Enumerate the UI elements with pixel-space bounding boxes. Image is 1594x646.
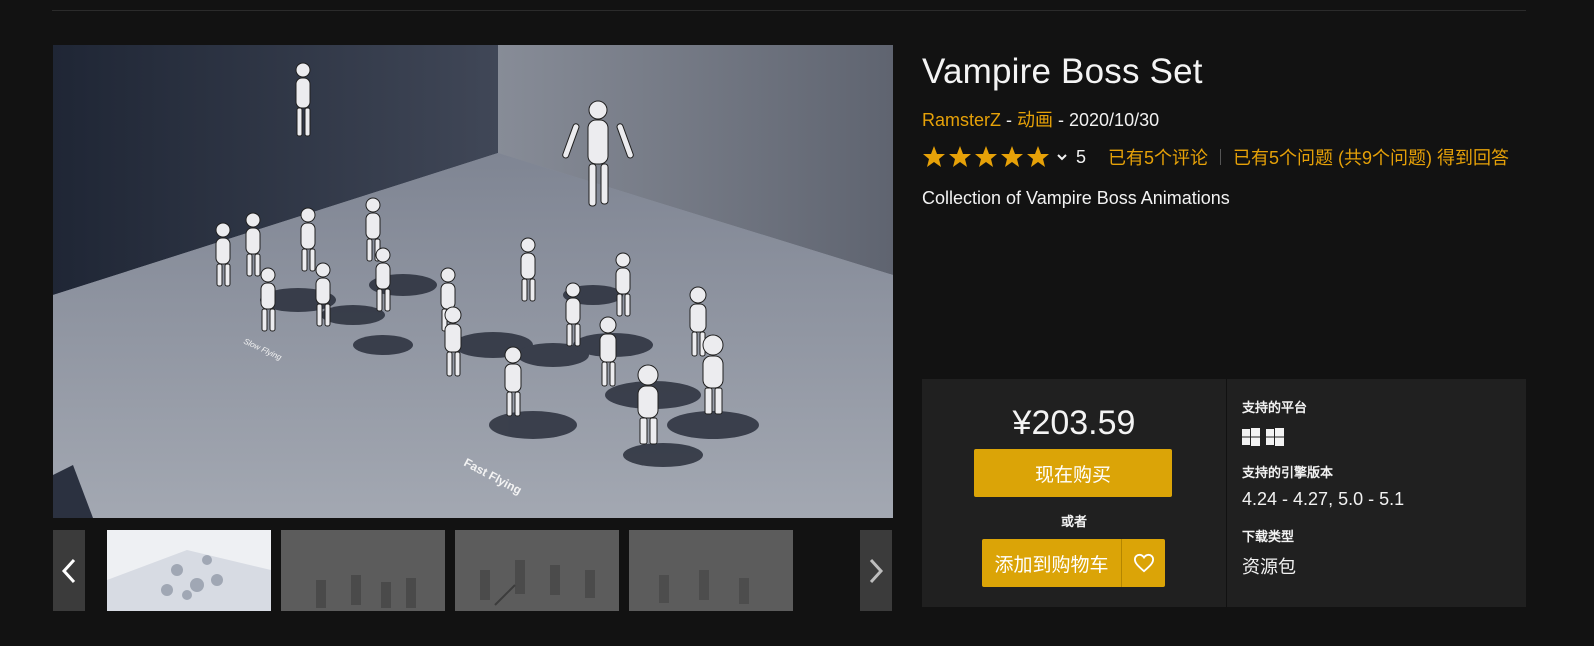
windows-icon	[1266, 428, 1284, 446]
star-icon	[975, 146, 997, 167]
category-link[interactable]: 动画	[1017, 110, 1053, 130]
thumbnail-1[interactable]	[107, 530, 271, 611]
meta-separator: -	[1001, 110, 1018, 130]
rating-stars[interactable]	[922, 145, 1050, 169]
thumbnail-2[interactable]	[281, 530, 445, 611]
star-icon	[949, 146, 971, 167]
thumbnail-4[interactable]	[629, 530, 793, 611]
rating-row: 5 已有5个评论 已有5个问题 (共9个问题) 得到回答	[922, 144, 1526, 170]
chevron-down-icon[interactable]	[1056, 151, 1068, 163]
thumbnail-image	[629, 530, 793, 611]
scene-illustration: Slow Flying Fast Flying	[53, 45, 893, 518]
platform-icons	[1242, 428, 1512, 446]
add-to-cart-button[interactable]: 添加到购物车	[982, 539, 1121, 587]
main-product-image[interactable]: Slow Flying Fast Flying	[53, 45, 893, 518]
download-label: 下载类型	[1242, 529, 1295, 544]
chevron-right-icon	[869, 558, 884, 583]
engine-value: 4.24 - 4.27, 5.0 - 5.1	[1242, 489, 1405, 509]
reviews-link[interactable]: 已有5个评论	[1108, 144, 1208, 170]
questions-link[interactable]: 已有5个问题 (共9个问题) 得到回答	[1233, 144, 1509, 170]
thumbnail-image	[455, 530, 619, 611]
purchase-panel: ¥203.59 现在购买 或者 添加到购物车 支持的平台 支持的引擎版本 4.2…	[922, 379, 1526, 607]
star-icon	[1001, 146, 1023, 167]
platforms-label: 支持的平台	[1242, 400, 1308, 415]
release-date: 2020/10/30	[1069, 110, 1160, 130]
link-divider	[1220, 149, 1222, 165]
windows-icon	[1242, 428, 1260, 446]
chevron-left-icon	[61, 558, 76, 583]
wishlist-button[interactable]	[1121, 539, 1165, 587]
star-icon	[923, 146, 945, 167]
heart-icon	[1133, 553, 1154, 573]
thumbnail-next-button[interactable]	[860, 530, 892, 611]
price: ¥203.59	[1012, 404, 1136, 442]
cart-button-group: 添加到购物车	[982, 539, 1165, 587]
product-info: Vampire Boss Set RamsterZ - 动画 - 2020/10…	[922, 52, 1526, 209]
spec-column: 支持的平台 支持的引擎版本 4.24 - 4.27, 5.0 - 5.1 下载类…	[1242, 397, 1512, 579]
buy-now-button[interactable]: 现在购买	[974, 449, 1172, 497]
meta-separator: -	[1053, 110, 1070, 130]
product-summary: Collection of Vampire Boss Animations	[922, 188, 1230, 208]
product-meta: RamsterZ - 动画 - 2020/10/30	[922, 106, 1526, 132]
star-icon	[1027, 146, 1049, 167]
engine-label: 支持的引擎版本	[1242, 465, 1334, 480]
rating-count: 5	[1076, 146, 1087, 167]
thumbnail-3[interactable]	[455, 530, 619, 611]
thumbnail-prev-button[interactable]	[53, 530, 85, 611]
thumbnail-image	[281, 530, 445, 611]
or-label: 或者	[1060, 514, 1087, 529]
thumbnail-image	[107, 530, 271, 611]
seller-link[interactable]: RamsterZ	[922, 110, 1001, 130]
download-value: 资源包	[1242, 557, 1296, 577]
top-divider	[52, 10, 1526, 11]
price-column: ¥203.59 现在购买 或者 添加到购物车	[922, 379, 1227, 607]
thumbnail-strip	[53, 530, 893, 611]
product-title: Vampire Boss Set	[922, 52, 1203, 91]
